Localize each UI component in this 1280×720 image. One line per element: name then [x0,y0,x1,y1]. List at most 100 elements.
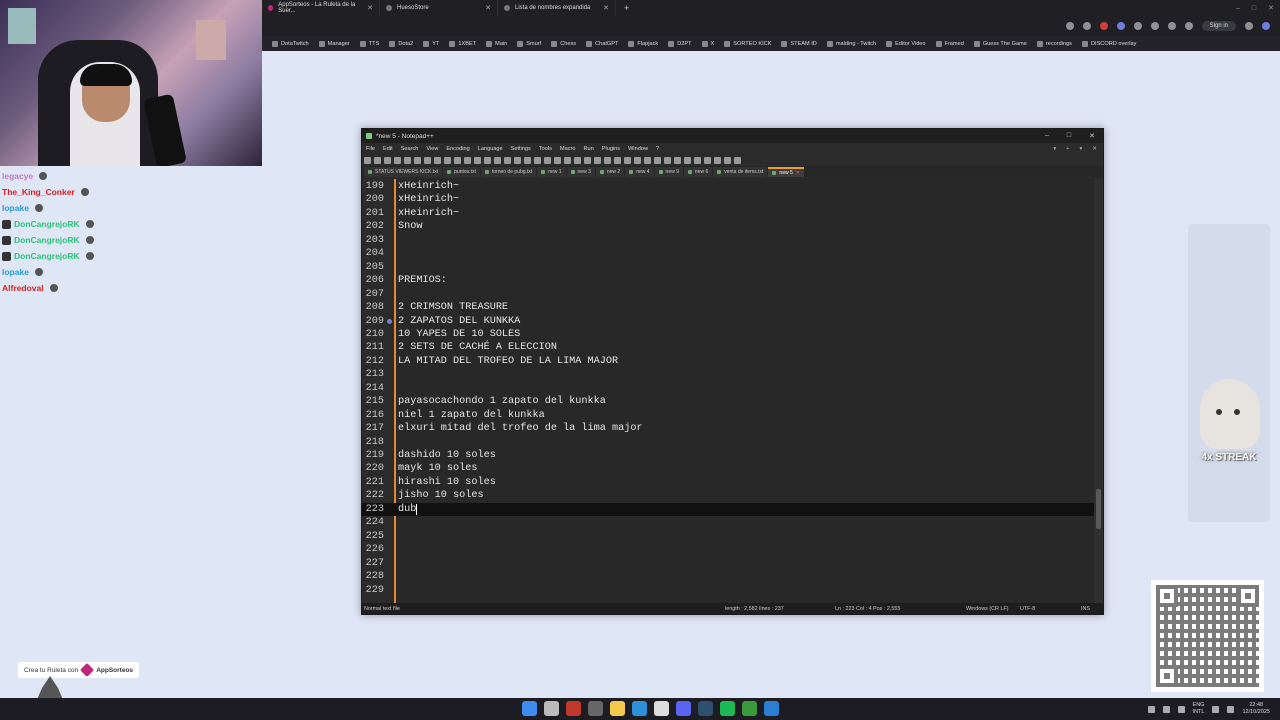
toolbar-button-icon[interactable] [654,156,661,164]
menu-item[interactable]: Search [401,146,419,152]
toolbar-button-icon[interactable] [544,156,551,164]
editor-line[interactable]: 223 dub [362,502,1103,517]
extension-icon[interactable] [1150,22,1159,30]
vertical-scrollbar[interactable] [1094,179,1103,603]
editor-line[interactable]: 201 xHeinrich~ [362,207,1103,221]
search-icon[interactable] [544,701,559,716]
toolbar-button-icon[interactable] [634,156,641,164]
edge-icon[interactable] [632,701,647,716]
new-tab-button[interactable]: + [616,3,637,13]
editor-line[interactable]: 220 mayk 10 soles [362,462,1103,476]
volume-icon[interactable] [1227,705,1235,713]
start-icon[interactable] [522,701,537,716]
editor-line[interactable]: 219 dashido 10 soles [362,449,1103,463]
downloads-icon[interactable] [1184,22,1193,30]
sign-in-button[interactable]: Sign in [1201,21,1236,31]
file-tab[interactable]: new 3 [566,167,595,177]
toolbar-button-icon[interactable] [414,156,421,164]
toolbar-button-icon[interactable] [704,156,711,164]
toolbar-button-icon[interactable] [394,156,401,164]
toolbar-button-icon[interactable] [694,156,701,164]
toolbar-button-icon[interactable] [364,156,371,164]
editor-line[interactable]: 216 niel 1 zapato del kunkka [362,409,1103,423]
editor-line[interactable]: 209 2 ZAPATOS DEL KUNKKA [362,315,1103,329]
minimize-icon[interactable]: – [1045,132,1049,140]
maximize-icon[interactable]: □ [1067,132,1071,140]
toolbar-button-icon[interactable] [494,156,501,164]
clock[interactable]: 22:48 12/10/2025 [1242,702,1270,716]
bookmark-item[interactable]: Guess The Game [973,40,1027,47]
browser-tab[interactable]: Lista de nombres expandida ✕ [498,0,616,16]
bookmark-item[interactable]: Dota2 [389,40,413,47]
toolbar-button-icon[interactable] [564,156,571,164]
extension-icon[interactable] [1099,22,1108,30]
toolbar-button-icon[interactable] [644,156,651,164]
toolbar-button-icon[interactable] [484,156,491,164]
menu-item[interactable]: File [366,146,375,152]
editor-line[interactable]: 218 [362,436,1103,450]
bookmark-item[interactable]: ChatGPT [586,40,618,47]
text-editor[interactable]: 199 xHeinrich~ 200 xHeinrich~ 201 xHeinrich~ 2… [362,179,1103,603]
editor-line[interactable]: 212 LA MITAD DEL TROFEO DE LA LIMA MAJOR [362,355,1103,369]
language-indicator[interactable]: ENG INTL [1193,702,1205,716]
toolbar-button-icon[interactable] [524,156,531,164]
menu-item[interactable]: Tools [539,146,552,152]
steam-icon[interactable] [698,701,713,716]
extension-icon[interactable] [1133,22,1142,30]
bookmark-item[interactable]: YT [423,40,439,47]
menu-item[interactable]: Plugins [602,146,620,152]
file-tab[interactable]: new 2 [595,167,625,177]
toolbar-button-icon[interactable] [724,156,731,164]
toolbar-button-icon[interactable] [504,156,511,164]
browser-tab[interactable]: HuesoStore ✕ [380,0,498,16]
toolbar-button-icon[interactable] [624,156,631,164]
close-file-icon[interactable]: ✕ [796,170,800,176]
editor-line[interactable]: 229 [362,584,1103,598]
minimize-icon[interactable]: – [1236,5,1240,12]
menu-item[interactable]: View [426,146,438,152]
toolbar-button-icon[interactable] [664,156,671,164]
bookmark-item[interactable]: Manager [318,40,350,47]
app-icon[interactable] [588,701,603,716]
editor-line[interactable]: 203 [362,234,1103,248]
toolbar-button-icon[interactable] [554,156,561,164]
menu-control-icon[interactable]: ✕ [1092,146,1097,152]
toolbar-button-icon[interactable] [434,156,441,164]
editor-line[interactable]: 226 [362,543,1103,557]
editor-line[interactable]: 215 payasocachondo 1 zapato del kunkka [362,395,1103,409]
toolbar-button-icon[interactable] [574,156,581,164]
toolbar-button-icon[interactable] [714,156,721,164]
bookmark-item[interactable]: Editor Video [886,40,926,47]
bookmark-item[interactable]: Flapjack [628,40,658,47]
menu-item[interactable]: Run [583,146,593,152]
menu-control-icon[interactable]: ▾ [1080,146,1083,152]
editor-line[interactable]: 227 [362,557,1103,571]
menu-icon[interactable] [1245,22,1253,30]
menu-item[interactable]: Window [628,146,648,152]
file-tab[interactable]: new 4 [625,167,654,177]
menu-control-icon[interactable]: + [1066,146,1069,152]
editor-line[interactable]: 206 PREMIOS: [362,274,1103,288]
toolbar-button-icon[interactable] [374,156,381,164]
editor-line[interactable]: 222 jisho 10 soles [362,489,1103,503]
discord-icon[interactable] [676,701,691,716]
file-tab[interactable]: torneo de pubg.txt [480,167,537,177]
toolbar-button-icon[interactable] [684,156,691,164]
scrollbar-thumb[interactable] [1096,489,1101,529]
google-lens-icon[interactable] [1065,22,1074,30]
bookmark-item[interactable]: X [701,40,714,47]
extension-icon[interactable] [1116,22,1125,30]
toolbar-button-icon[interactable] [474,156,481,164]
close-tab-icon[interactable]: ✕ [367,4,373,12]
tray-app-icon[interactable] [1177,705,1185,713]
menu-control-icon[interactable]: ▾ [1053,146,1056,152]
toolbar-button-icon[interactable] [514,156,521,164]
toolbar-button-icon[interactable] [454,156,461,164]
menu-item[interactable]: Macro [560,146,576,152]
file-tab[interactable]: new 9 [654,167,683,177]
file-tab[interactable]: new 5 ✕ [768,167,804,177]
wifi-icon[interactable] [1212,705,1220,713]
editor-line[interactable]: 213 [362,368,1103,382]
editor-line[interactable]: 205 [362,261,1103,275]
editor-line[interactable]: 210 10 YAPES DE 10 SOLES [362,328,1103,342]
